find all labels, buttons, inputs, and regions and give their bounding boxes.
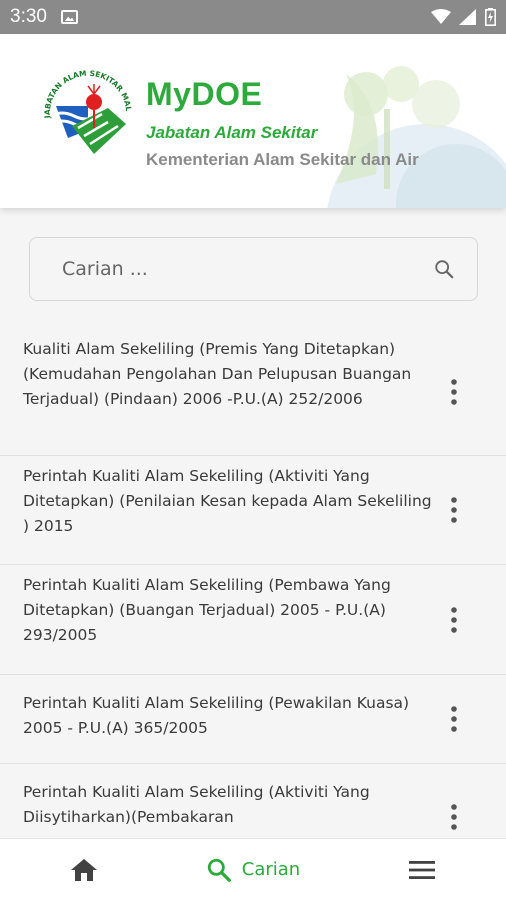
search-icon[interactable] xyxy=(433,258,455,280)
list-item-title: Perintah Kualiti Alam Sekeliling (Aktivi… xyxy=(23,783,370,826)
nav-menu[interactable] xyxy=(337,839,506,900)
list-item[interactable]: Perintah Kualiti Alam Sekeliling (Aktivi… xyxy=(0,764,506,839)
more-vert-icon[interactable] xyxy=(450,804,458,830)
list-item[interactable]: Perintah Kualiti Alam Sekeliling (Pewaki… xyxy=(0,675,506,764)
list-item[interactable]: Perintah Kualiti Alam Sekeliling (Aktivi… xyxy=(0,456,506,565)
earth-tree-decoration xyxy=(327,66,506,208)
list-item-title: Kualiti Alam Sekeliling (Premis Yang Dit… xyxy=(23,340,412,408)
ministry-name: Kementerian Alam Sekitar dan Air xyxy=(146,150,419,169)
nav-search-label[interactable]: Carian xyxy=(242,859,300,880)
status-icons xyxy=(431,8,496,26)
search-input[interactable] xyxy=(62,258,433,280)
more-vert-icon[interactable] xyxy=(450,379,458,405)
regulation-list: Kualiti Alam Sekeliling (Premis Yang Dit… xyxy=(0,329,506,839)
nav-home[interactable] xyxy=(0,839,169,900)
list-item-title: Perintah Kualiti Alam Sekeliling (Aktivi… xyxy=(23,467,432,535)
status-bar: 3:30 xyxy=(0,0,506,34)
app-header: JABATAN ALAM SEKITAR MALAYSIA MyDOE Jaba… xyxy=(0,34,506,208)
more-vert-icon[interactable] xyxy=(450,706,458,732)
department-name: Jabatan Alam Sekitar xyxy=(146,123,318,142)
search-icon[interactable] xyxy=(206,857,232,883)
image-icon xyxy=(60,10,78,24)
list-item-title: Perintah Kualiti Alam Sekeliling (Pewaki… xyxy=(23,694,410,737)
bottom-navigation: Carian xyxy=(0,838,506,900)
status-time: 3:30 xyxy=(10,6,47,27)
home-icon[interactable] xyxy=(70,858,98,882)
app-title: MyDOE xyxy=(146,76,263,112)
battery-icon xyxy=(485,8,496,26)
list-item[interactable]: Perintah Kualiti Alam Sekeliling (Pembaw… xyxy=(0,565,506,675)
more-vert-icon[interactable] xyxy=(450,606,458,633)
search-bar[interactable] xyxy=(29,237,478,301)
wifi-icon xyxy=(431,9,451,24)
list-item-title: Perintah Kualiti Alam Sekeliling (Pembaw… xyxy=(23,576,391,644)
nav-search[interactable]: Carian xyxy=(169,839,338,900)
hamburger-menu-icon[interactable] xyxy=(408,859,436,881)
list-item[interactable]: Kualiti Alam Sekeliling (Premis Yang Dit… xyxy=(0,329,506,456)
more-vert-icon[interactable] xyxy=(450,497,458,523)
doe-logo: JABATAN ALAM SEKITAR MALAYSIA xyxy=(38,66,133,154)
signal-icon xyxy=(459,9,476,25)
